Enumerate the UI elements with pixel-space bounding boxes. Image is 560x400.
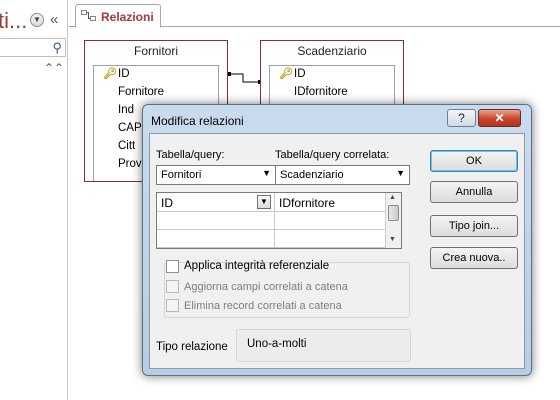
field-item[interactable]: CAP <box>118 122 142 134</box>
field-item[interactable]: ID <box>294 68 306 80</box>
field-item[interactable]: Citt <box>118 140 135 152</box>
table-title: Fornitori <box>133 44 178 58</box>
scroll-up-icon[interactable]: ▲ <box>389 194 396 201</box>
table-query-value: Fornitori <box>161 169 202 181</box>
edit-relationships-dialog: Modifica relazioni ? ✕ Tabella/query: Ta… <box>142 104 532 376</box>
tab-relazioni[interactable]: Relazioni <box>75 4 161 28</box>
scroll-down-icon[interactable]: ▼ <box>389 236 396 243</box>
close-button[interactable]: ✕ <box>478 109 521 127</box>
ok-button[interactable]: OK <box>430 150 518 172</box>
related-table-query-select[interactable]: Scadenziario ▼ <box>275 165 410 185</box>
expand-group-icon[interactable]: ⌃⌃ <box>44 61 64 75</box>
table-title: Scadenziario <box>297 44 367 58</box>
cancel-button[interactable]: Annulla <box>430 181 518 203</box>
table-query-select[interactable]: Fornitori ▼ <box>156 165 276 185</box>
chevron-down-icon: ▼ <box>262 168 271 178</box>
document-tabstrip: Relazioni <box>69 0 560 28</box>
field-item[interactable]: ID <box>118 68 130 80</box>
enforce-integrity-checkbox[interactable] <box>166 260 179 273</box>
dialog-title: Modifica relazioni <box>151 114 244 128</box>
field-mapping-grid: ID ▼ IDfornitore ▲ ▼ <box>156 192 402 249</box>
navigation-pane: ti... ▼ « ⚲ ⌃⌃ <box>0 0 68 400</box>
grid-cell-left[interactable]: ID ▼ <box>157 193 275 212</box>
grid-cell-right[interactable] <box>275 212 387 230</box>
nav-search-input[interactable]: ⚲ <box>0 38 66 57</box>
grid-cell-right[interactable]: IDfornitore <box>275 193 387 212</box>
table-query-label: Tabella/query: <box>156 149 225 161</box>
field-item[interactable]: Prov <box>118 158 142 170</box>
cascade-delete-checkbox[interactable] <box>166 299 179 312</box>
enforce-integrity-label: Applica integrità referenziale <box>184 260 330 272</box>
grid-scrollbar[interactable]: ▲ ▼ <box>385 193 401 248</box>
dialog-body: Tabella/query: Tabella/query correlata: … <box>149 133 525 369</box>
field-item[interactable]: IDfornitore <box>294 86 348 98</box>
related-table-query-label: Tabella/query correlata: <box>275 149 390 161</box>
grid-cell-right[interactable] <box>275 230 387 248</box>
search-icon[interactable]: ⚲ <box>52 40 62 56</box>
relation-type-box: Uno-a-molti <box>236 329 411 362</box>
grid-cell-text: ID <box>161 196 173 210</box>
create-new-button[interactable]: Crea nuova.. <box>430 247 518 269</box>
tab-label: Relazioni <box>101 10 154 24</box>
cascade-update-checkbox[interactable] <box>166 280 179 293</box>
field-item[interactable]: Fornitore <box>118 86 164 98</box>
primary-key-icon: 🔑︎ <box>279 68 293 80</box>
cascade-update-label: Aggiorna campi correlati a catena <box>184 281 348 293</box>
field-item[interactable]: Ind <box>118 104 134 116</box>
chevron-down-icon[interactable]: ▼ <box>257 195 271 209</box>
help-button[interactable]: ? <box>447 109 476 127</box>
relationships-icon <box>81 10 96 21</box>
nav-pane-title[interactable]: ti... <box>0 8 27 34</box>
primary-key-icon: 🔑︎ <box>103 68 117 80</box>
grid-cell-left[interactable] <box>157 230 275 248</box>
relation-type-value: Uno-a-molti <box>247 338 307 350</box>
grid-cell-text: IDfornitore <box>279 196 336 210</box>
join-type-button[interactable]: Tipo join... <box>430 215 518 237</box>
grid-cell-left[interactable] <box>157 212 275 230</box>
nav-dropdown-icon[interactable]: ▼ <box>30 13 44 27</box>
table-scadenziario[interactable]: Scadenziario 🔑︎ ID IDfornitore <box>260 40 404 114</box>
cascade-delete-label: Elimina record correlati a catena <box>184 300 342 312</box>
relation-type-label: Tipo relazione <box>156 341 228 353</box>
collapse-pane-icon[interactable]: « <box>50 11 58 28</box>
scroll-thumb[interactable] <box>388 205 399 221</box>
related-table-query-value: Scadenziario <box>280 169 344 181</box>
chevron-down-icon: ▼ <box>396 168 405 178</box>
